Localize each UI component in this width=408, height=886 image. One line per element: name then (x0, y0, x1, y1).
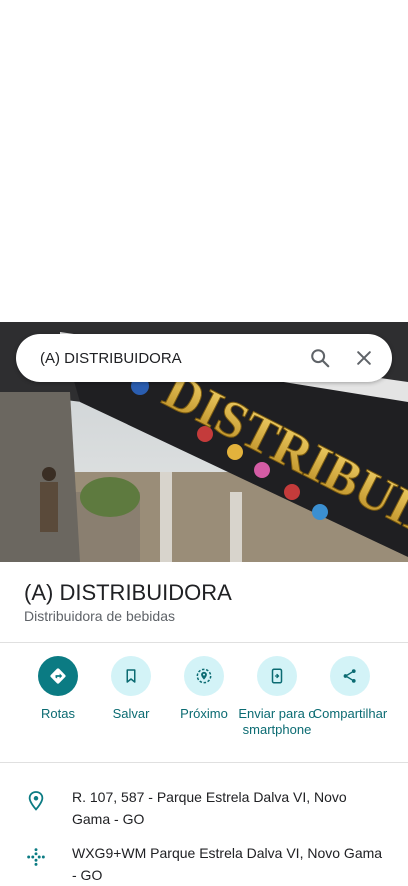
place-title: (A) DISTRIBUIDORA (24, 580, 232, 605)
search-query[interactable]: (A) DISTRIBUIDORA (16, 350, 298, 367)
directions-label: Rotas (41, 706, 75, 721)
send-to-phone-button[interactable]: Enviar para o smartphone (237, 656, 317, 738)
plus-code-icon (0, 842, 72, 886)
blank-area (0, 0, 408, 322)
place-category: Distribuidora de bebidas (24, 608, 175, 624)
directions-button[interactable]: Rotas (18, 656, 98, 722)
action-bar: Rotas Salvar Próximo Enviar para o smart… (0, 656, 408, 756)
share-label: Compartilhar (312, 706, 388, 721)
divider (0, 762, 408, 763)
plus-code-text: WXG9+WM Parque Estrela Dalva VI, Novo Ga… (72, 845, 383, 883)
send-to-phone-label: Enviar para o smartphone (238, 706, 316, 737)
search-icon[interactable] (298, 334, 342, 382)
bookmark-icon (111, 656, 151, 696)
share-button[interactable]: Compartilhar (310, 656, 390, 722)
address-text: R. 107, 587 - Parque Estrela Dalva VI, N… (72, 789, 347, 827)
place-info-panel: (A) DISTRIBUIDORA Distribuidora de bebid… (0, 562, 408, 884)
address-row[interactable]: R. 107, 587 - Parque Estrela Dalva VI, N… (0, 786, 408, 830)
divider (0, 642, 408, 643)
nearby-label: Próximo (180, 706, 228, 721)
share-icon (330, 656, 370, 696)
search-bar[interactable]: (A) DISTRIBUIDORA (16, 334, 392, 382)
directions-icon (38, 656, 78, 696)
save-label: Salvar (112, 706, 150, 721)
location-pin-icon (0, 786, 72, 830)
nearby-button[interactable]: Próximo (164, 656, 244, 722)
nearby-icon (184, 656, 224, 696)
plus-code-row[interactable]: WXG9+WM Parque Estrela Dalva VI, Novo Ga… (0, 842, 408, 886)
close-icon[interactable] (342, 334, 386, 382)
send-to-phone-icon (257, 656, 297, 696)
save-button[interactable]: Salvar (91, 656, 171, 722)
